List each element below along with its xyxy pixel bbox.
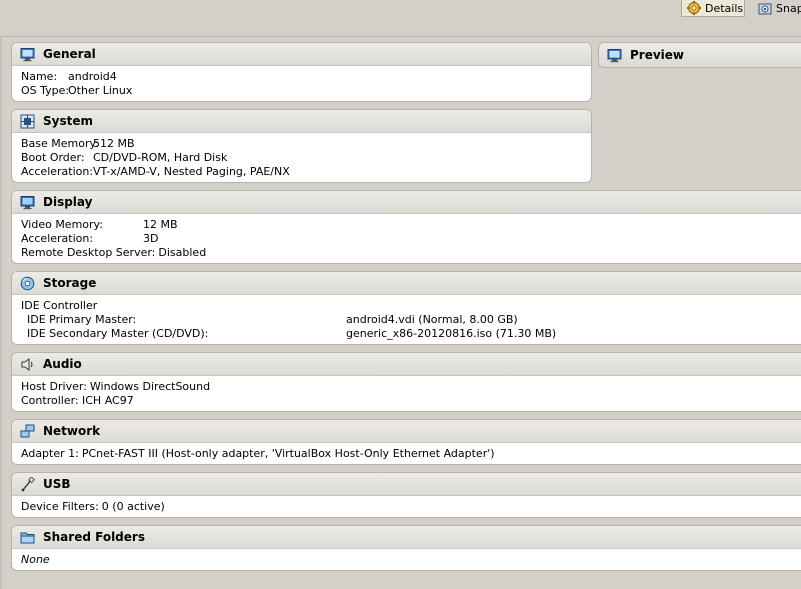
detail-value: None xyxy=(21,553,50,566)
detail-key: Host Driver: xyxy=(21,380,87,393)
audio-details: Host Driver: Windows DirectSound Control… xyxy=(12,376,801,411)
detail-row: Video Memory: 12 MB xyxy=(21,218,801,232)
detail-row: Name: android4 xyxy=(21,70,582,84)
detail-row: Adapter 1: PCnet-FAST III (Host-only ada… xyxy=(21,447,801,461)
top-toolbar: Details Snap xyxy=(0,0,801,17)
display-icon xyxy=(20,195,35,210)
storage-header[interactable]: Storage xyxy=(12,272,801,295)
shared-folders-header[interactable]: Shared Folders xyxy=(12,526,801,549)
detail-value: generic_x86-20120816.iso (71.30 MB) xyxy=(346,327,557,340)
system-details: Base Memory: 512 MB Boot Order: CD/DVD-R… xyxy=(12,133,591,182)
general-title: General xyxy=(43,47,96,61)
display-section: Display Video Memory: 12 MB Acceleration… xyxy=(11,190,801,264)
detail-row: Acceleration: VT-x/AMD-V, Nested Paging,… xyxy=(21,165,582,179)
general-section: General Name: android4 OS Type: Other Li… xyxy=(11,42,592,102)
storage-title: Storage xyxy=(43,276,97,290)
detail-key: Base Memory: xyxy=(21,137,99,150)
controller-name: IDE Controller xyxy=(21,299,98,312)
detail-value: VT-x/AMD-V, Nested Paging, PAE/NX xyxy=(93,165,290,178)
network-header[interactable]: Network xyxy=(12,420,801,443)
detail-value: Windows DirectSound xyxy=(89,380,211,393)
display-title: Display xyxy=(43,195,93,209)
speaker-icon xyxy=(20,357,35,372)
preview-section-header[interactable]: Preview xyxy=(598,42,801,68)
disk-icon xyxy=(20,276,35,291)
storage-section: Storage IDE Controller IDE Primary Maste… xyxy=(11,271,801,345)
detail-value: Other Linux xyxy=(68,84,133,97)
shared-folders-details: None xyxy=(12,549,801,570)
display-details: Video Memory: 12 MB Acceleration: 3D Rem… xyxy=(12,214,801,263)
detail-row: Controller: ICH AC97 xyxy=(21,394,801,408)
folder-icon xyxy=(20,530,35,545)
detail-value: android4.vdi (Normal, 8.00 GB) xyxy=(346,313,518,326)
shared-folders-title: Shared Folders xyxy=(43,530,145,544)
system-header[interactable]: System xyxy=(12,110,591,133)
detail-key: Device Filters: xyxy=(21,500,99,513)
storage-controller: IDE Controller xyxy=(21,299,801,313)
detail-row: None xyxy=(21,553,801,567)
gear-icon xyxy=(687,1,701,15)
tab-details-label: Details xyxy=(705,1,744,15)
detail-row: IDE Primary Master: android4.vdi (Normal… xyxy=(21,313,801,327)
general-header[interactable]: General xyxy=(12,43,591,66)
detail-key: Remote Desktop Server: xyxy=(21,246,156,259)
detail-value: PCnet-FAST III (Host-only adapter, 'Virt… xyxy=(81,447,495,460)
display-header[interactable]: Display xyxy=(12,191,801,214)
detail-key: Boot Order: xyxy=(21,151,85,164)
detail-value: Disabled xyxy=(158,246,207,259)
detail-key: Name: xyxy=(21,70,58,83)
system-title: System xyxy=(43,114,93,128)
audio-title: Audio xyxy=(43,357,82,371)
usb-section: USB Device Filters: 0 (0 active) xyxy=(11,472,801,518)
detail-row: Device Filters: 0 (0 active) xyxy=(21,500,801,514)
general-details: Name: android4 OS Type: Other Linux xyxy=(12,66,591,101)
audio-section: Audio Host Driver: Windows DirectSound C… xyxy=(11,352,801,412)
detail-key: OS Type: xyxy=(21,84,70,97)
tab-details[interactable]: Details xyxy=(681,0,745,17)
tab-snapshots[interactable]: Snap xyxy=(753,0,801,17)
audio-header[interactable]: Audio xyxy=(12,353,801,376)
toolbar-divider xyxy=(0,36,801,37)
detail-row: Remote Desktop Server: Disabled xyxy=(21,246,801,260)
detail-key: Acceleration: xyxy=(21,165,94,178)
usb-header[interactable]: USB xyxy=(12,473,801,496)
left-divider xyxy=(0,36,2,589)
detail-value: CD/DVD-ROM, Hard Disk xyxy=(93,151,228,164)
detail-key: IDE Primary Master: xyxy=(27,313,137,326)
detail-row: Host Driver: Windows DirectSound xyxy=(21,380,801,394)
network-title: Network xyxy=(43,424,101,438)
detail-row: Boot Order: CD/DVD-ROM, Hard Disk xyxy=(21,151,582,165)
detail-value: 512 MB xyxy=(93,137,135,150)
detail-row: Base Memory: 512 MB xyxy=(21,137,582,151)
detail-value: 3D xyxy=(143,232,159,245)
chip-icon xyxy=(20,114,35,129)
usb-icon xyxy=(20,476,35,492)
detail-key: Adapter 1: xyxy=(21,447,79,460)
monitor-icon xyxy=(20,47,35,62)
detail-row: IDE Secondary Master (CD/DVD): generic_x… xyxy=(21,327,801,341)
detail-key: Video Memory: xyxy=(21,218,103,231)
detail-value: 12 MB xyxy=(143,218,178,231)
camera-icon xyxy=(758,2,772,16)
network-details: Adapter 1: PCnet-FAST III (Host-only ada… xyxy=(12,443,801,464)
detail-value: android4 xyxy=(68,70,117,83)
detail-key: IDE Secondary Master (CD/DVD): xyxy=(27,327,209,340)
preview-title: Preview xyxy=(630,48,685,62)
shared-folders-section: Shared Folders None xyxy=(11,525,801,571)
storage-details: IDE Controller IDE Primary Master: andro… xyxy=(12,295,801,344)
network-section: Network Adapter 1: PCnet-FAST III (Host-… xyxy=(11,419,801,465)
detail-row: OS Type: Other Linux xyxy=(21,84,582,98)
detail-value: 0 (0 active) xyxy=(101,500,165,513)
detail-value: ICH AC97 xyxy=(82,394,134,407)
system-section: System Base Memory: 512 MB Boot Order: C… xyxy=(11,109,592,183)
usb-title: USB xyxy=(43,477,71,491)
monitor-icon xyxy=(607,48,622,63)
detail-key: Acceleration: xyxy=(21,232,94,245)
detail-key: Controller: xyxy=(21,394,79,407)
usb-details: Device Filters: 0 (0 active) xyxy=(12,496,801,517)
detail-row: Acceleration: 3D xyxy=(21,232,801,246)
network-icon xyxy=(20,424,35,439)
tab-snapshots-label: Snap xyxy=(776,2,801,15)
